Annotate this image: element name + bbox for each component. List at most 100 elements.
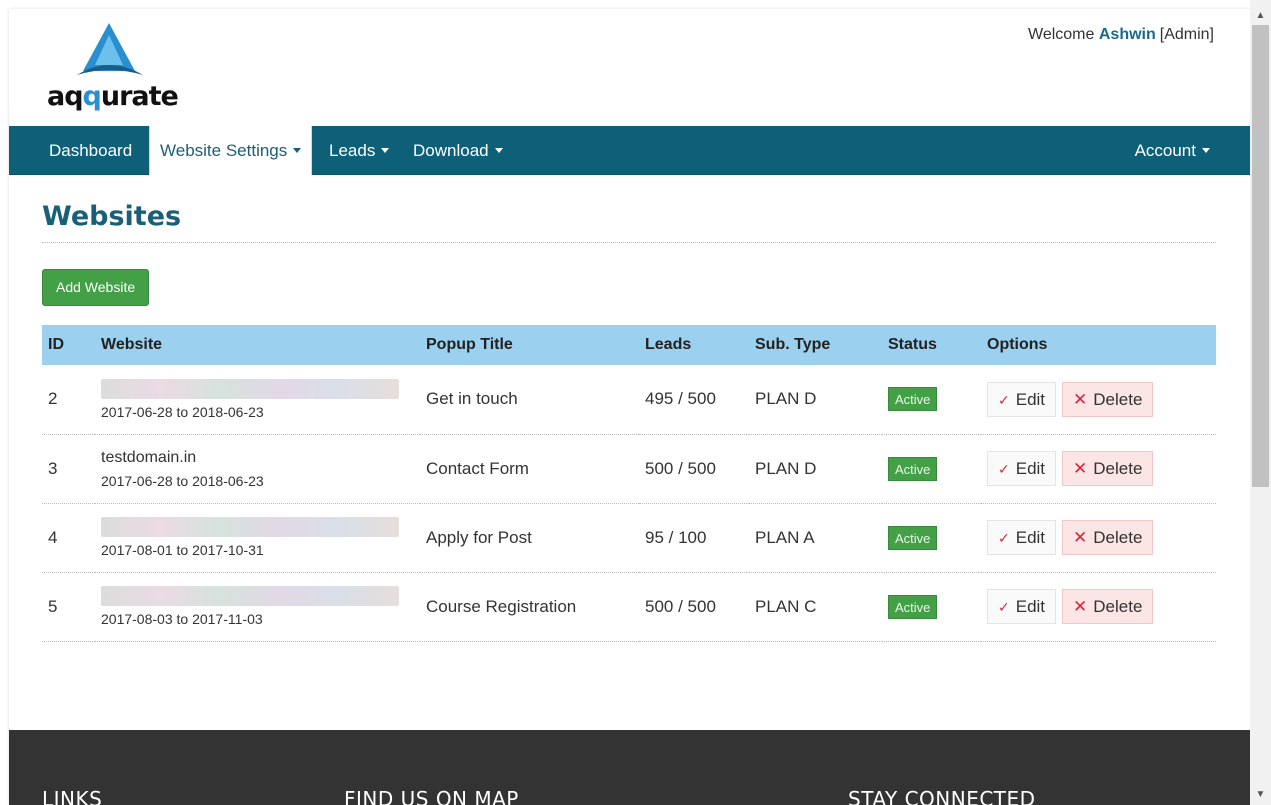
cell-popup-title: Course Registration bbox=[426, 596, 577, 616]
nav-leads-label: Leads bbox=[329, 141, 376, 160]
column-header-website: Website bbox=[101, 336, 163, 353]
redacted-website bbox=[101, 517, 399, 537]
scroll-up-icon[interactable]: ▲ bbox=[1250, 6, 1271, 26]
column-header-options: Options bbox=[987, 336, 1048, 353]
cell-leads: 500 / 500 bbox=[645, 596, 716, 616]
cell-status: Active bbox=[882, 434, 981, 503]
welcome-text: Welcome Ashwin [Admin] bbox=[1028, 26, 1214, 44]
cell-website: 2017-06-28 to 2018-06-23 bbox=[95, 365, 420, 434]
cell-id: 3 bbox=[48, 458, 58, 478]
close-icon: ✕ bbox=[1073, 459, 1088, 478]
scrollbar[interactable]: ▲ ▼ bbox=[1250, 0, 1271, 805]
column-header-popup-title: Popup Title bbox=[426, 336, 513, 353]
cell-leads: 95 / 100 bbox=[645, 527, 707, 547]
nav-account-label: Account bbox=[1134, 141, 1196, 160]
cell-popup-title: Apply for Post bbox=[426, 527, 532, 547]
footer-connected-heading: STAY CONNECTED bbox=[848, 787, 1036, 805]
cell-status: Active bbox=[882, 503, 981, 572]
nav-dashboard[interactable]: Dashboard bbox=[39, 126, 142, 175]
chevron-down-icon bbox=[494, 148, 503, 154]
column-header-sub-type: Sub. Type bbox=[755, 336, 831, 353]
redacted-website bbox=[101, 378, 399, 399]
nav-download-label: Download bbox=[413, 141, 489, 160]
edit-button[interactable]: ✓︎ Edit bbox=[987, 520, 1057, 555]
cell-options: ✓︎ Edit ✕ Delete bbox=[981, 365, 1216, 434]
delete-button[interactable]: ✕ Delete bbox=[1062, 520, 1154, 555]
cell-options: ✓︎ Edit ✕ Delete bbox=[981, 572, 1216, 641]
cell-website: 2017-08-03 to 2017-11-03 bbox=[95, 572, 420, 641]
nav-download[interactable]: Download bbox=[403, 126, 513, 175]
cell-id: 5 bbox=[48, 596, 58, 616]
cell-website: 2017-08-01 to 2017-10-31 bbox=[95, 503, 420, 572]
chevron-down-icon bbox=[293, 148, 302, 154]
cell-status: Active bbox=[882, 572, 981, 641]
delete-button[interactable]: ✕ Delete bbox=[1062, 451, 1154, 486]
table-header-row: ID Website Popup Title Leads Sub. Type S… bbox=[42, 325, 1216, 365]
cell-options: ✓︎ Edit ✕ Delete bbox=[981, 503, 1216, 572]
cell-leads: 500 / 500 bbox=[645, 458, 716, 478]
cell-popup-title: Contact Form bbox=[426, 458, 529, 478]
footer: LINKS FIND US ON MAP STAY CONNECTED bbox=[9, 730, 1250, 805]
websites-table: ID Website Popup Title Leads Sub. Type S… bbox=[42, 325, 1216, 642]
edit-icon: ✓︎ bbox=[998, 461, 1010, 477]
user-name[interactable]: Ashwin bbox=[1099, 26, 1156, 43]
close-icon: ✕ bbox=[1073, 597, 1088, 616]
chevron-down-icon bbox=[1202, 148, 1210, 154]
footer-map-heading: FIND US ON MAP bbox=[344, 787, 519, 805]
table-row: 2 2017-06-28 to 2018-06-23 Get in touch … bbox=[42, 365, 1216, 434]
header: aqqurate Welcome Ashwin [Admin] bbox=[9, 9, 1250, 126]
edit-icon: ✓︎ bbox=[998, 599, 1010, 615]
navbar: Dashboard Website Settings Leads Downloa… bbox=[9, 126, 1250, 175]
chevron-down-icon bbox=[381, 148, 390, 154]
cell-id: 2 bbox=[48, 389, 58, 409]
delete-button[interactable]: ✕ Delete bbox=[1062, 589, 1154, 624]
column-header-id: ID bbox=[48, 336, 64, 353]
welcome-prefix: Welcome bbox=[1028, 26, 1095, 43]
column-header-status: Status bbox=[888, 336, 937, 353]
cell-sub-type: PLAN A bbox=[755, 527, 815, 547]
status-badge: Active bbox=[888, 525, 938, 550]
edit-button[interactable]: ✓︎ Edit bbox=[987, 451, 1057, 486]
user-role: [Admin] bbox=[1159, 26, 1214, 43]
nav-website-settings-label: Website Settings bbox=[160, 141, 288, 160]
website-name[interactable]: testdomain.in bbox=[101, 448, 414, 468]
cell-leads: 495 / 500 bbox=[645, 389, 716, 409]
scroll-down-icon[interactable]: ▼ bbox=[1250, 785, 1271, 805]
cell-options: ✓︎ Edit ✕ Delete bbox=[981, 434, 1216, 503]
cell-id: 4 bbox=[48, 527, 58, 547]
website-dates: 2017-08-03 to 2017-11-03 bbox=[101, 611, 263, 627]
logo-wordmark: aqqurate bbox=[47, 81, 179, 112]
cell-website: testdomain.in 2017-06-28 to 2018-06-23 bbox=[95, 434, 420, 503]
redacted-website bbox=[101, 586, 399, 606]
cell-status: Active bbox=[882, 365, 981, 434]
page-title: Websites bbox=[42, 201, 1216, 243]
status-badge: Active bbox=[888, 387, 938, 412]
nav-website-settings[interactable]: Website Settings bbox=[149, 126, 313, 175]
status-badge: Active bbox=[888, 456, 938, 481]
nav-account[interactable]: Account bbox=[1125, 126, 1220, 175]
nav-leads[interactable]: Leads bbox=[319, 126, 399, 175]
nav-dashboard-label: Dashboard bbox=[49, 141, 133, 160]
cell-sub-type: PLAN C bbox=[755, 596, 817, 616]
cell-sub-type: PLAN D bbox=[755, 458, 817, 478]
table-row: 4 2017-08-01 to 2017-10-31 Apply for Pos… bbox=[42, 503, 1216, 572]
website-dates: 2017-06-28 to 2018-06-23 bbox=[101, 473, 264, 489]
close-icon: ✕ bbox=[1073, 528, 1088, 547]
table-row: 3 testdomain.in 2017-06-28 to 2018-06-23… bbox=[42, 434, 1216, 503]
footer-links-heading: LINKS bbox=[42, 787, 103, 805]
close-icon: ✕ bbox=[1073, 389, 1088, 409]
add-website-button[interactable]: Add Website bbox=[42, 269, 150, 306]
table-row: 5 2017-08-03 to 2017-11-03 Course Regist… bbox=[42, 572, 1216, 641]
main-content: Websites Add Website ID Website Popup Ti… bbox=[42, 175, 1216, 642]
edit-icon: ✓︎ bbox=[998, 391, 1010, 408]
logo-mark-icon bbox=[77, 23, 143, 75]
status-badge: Active bbox=[888, 594, 938, 619]
cell-sub-type: PLAN D bbox=[755, 389, 817, 409]
logo[interactable]: aqqurate bbox=[47, 21, 187, 116]
delete-button[interactable]: ✕ Delete bbox=[1062, 381, 1154, 417]
edit-button[interactable]: ✓︎ Edit bbox=[987, 381, 1057, 417]
edit-button[interactable]: ✓︎ Edit bbox=[987, 589, 1057, 624]
page: aqqurate Welcome Ashwin [Admin] Dashboard… bbox=[9, 9, 1250, 805]
scroll-thumb[interactable] bbox=[1252, 25, 1269, 487]
website-dates: 2017-06-28 to 2018-06-23 bbox=[101, 403, 264, 420]
